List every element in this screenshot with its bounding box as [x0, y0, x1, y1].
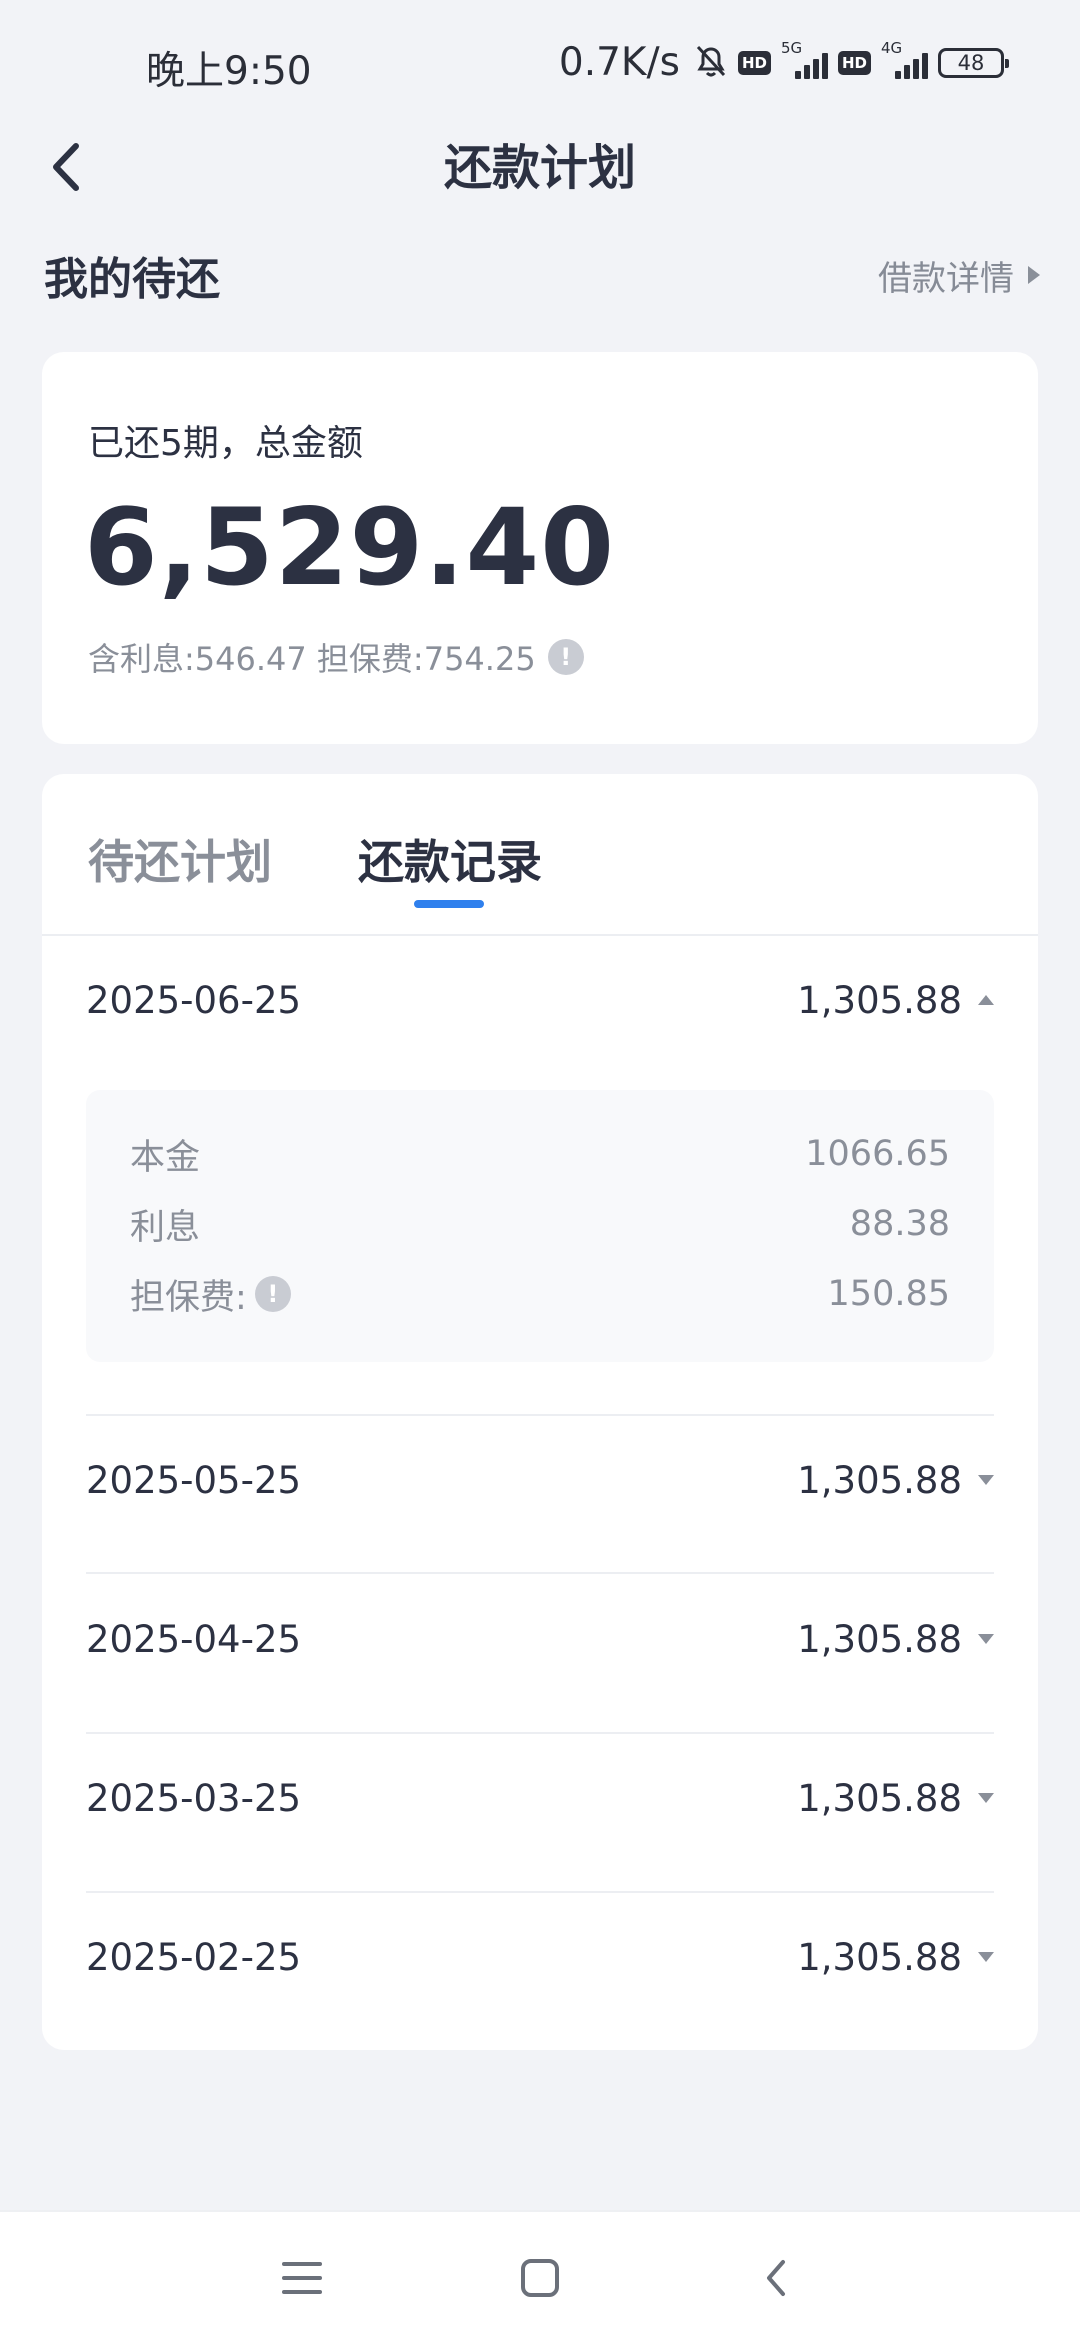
loan-detail-link[interactable]: 借款详情 — [878, 251, 1040, 300]
network-speed: 0.7K/s — [558, 40, 680, 85]
record-date: 2025-03-25 — [86, 1776, 302, 1820]
section-title: 我的待还 — [44, 254, 220, 305]
breakdown-interest: 利息 88.38 — [130, 1194, 950, 1254]
home-icon — [521, 2259, 559, 2297]
record-row[interactable]: 2025-06-25 1,305.88 — [86, 950, 994, 1050]
record-amount: 1,305.88 — [797, 1935, 962, 1979]
breakdown-value: 150.85 — [827, 1274, 950, 1314]
info-icon[interactable]: ! — [254, 1276, 291, 1312]
record-row[interactable]: 2025-03-25 1,305.88 — [86, 1748, 994, 1848]
summary-breakdown: 含利息:546.47 担保费:754.25 ! — [88, 634, 584, 680]
breakdown-principal: 本金 1066.65 — [130, 1124, 950, 1184]
hd-badge: HD — [737, 50, 771, 75]
record-date: 2025-02-25 — [86, 1935, 302, 1979]
record-date: 2025-04-25 — [86, 1617, 302, 1661]
record-row[interactable]: 2025-05-25 1,305.88 — [86, 1430, 994, 1530]
back-icon — [767, 2260, 785, 2296]
bell-muted-icon — [694, 43, 728, 83]
record-date: 2025-06-25 — [86, 978, 302, 1022]
breakdown-value: 1066.65 — [805, 1134, 950, 1174]
divider — [86, 1732, 994, 1734]
tab-pending-plan[interactable]: 待还计划 — [88, 826, 272, 892]
record-date: 2025-05-25 — [86, 1458, 302, 1502]
caret-up-icon — [978, 995, 994, 1005]
menu-button[interactable] — [272, 2248, 332, 2308]
signal-4g-icon: 4G — [881, 39, 928, 79]
breakdown-label: 担保费: — [130, 1277, 247, 1318]
status-icons: 0.7K/s HD 5G HD 4G 48 — [558, 39, 1009, 85]
caret-down-icon — [978, 1634, 994, 1644]
hd-badge-2: HD — [837, 50, 871, 75]
system-back-button[interactable] — [746, 2248, 806, 2308]
summary-total: 6,529.40 — [84, 486, 616, 609]
divider — [86, 1572, 994, 1574]
breakdown-label: 利息 — [130, 1207, 201, 1248]
divider — [86, 1891, 994, 1893]
record-row[interactable]: 2025-02-25 1,305.88 — [86, 1907, 994, 2007]
loan-detail-label: 借款详情 — [878, 258, 1014, 299]
records-card: 待还计划 还款记录 2025-06-25 1,305.88 本金 1066.65… — [42, 774, 1038, 2050]
status-bar: 晚上9:50 0.7K/s HD 5G HD 4G 48 — [0, 0, 1080, 120]
home-button[interactable] — [510, 2248, 570, 2308]
nav-bar: 还款计划 — [0, 120, 1080, 220]
status-time: 晚上9:50 — [146, 49, 312, 94]
caret-down-icon — [978, 1952, 994, 1962]
tab-repayment-records[interactable]: 还款记录 — [358, 826, 542, 892]
breakdown-value: 88.38 — [849, 1204, 950, 1244]
breakdown-label: 本金 — [130, 1137, 201, 1178]
record-amount: 1,305.88 — [797, 1776, 962, 1820]
summary-label: 已还5期，总金额 — [88, 423, 363, 464]
signal-5g-icon: 5G — [781, 39, 828, 79]
caret-down-icon — [978, 1475, 994, 1485]
section-header: 我的待还 借款详情 — [44, 240, 1040, 310]
tab-bar: 待还计划 还款记录 — [42, 774, 1038, 936]
caret-down-icon — [978, 1793, 994, 1803]
record-amount: 1,305.88 — [797, 1617, 962, 1661]
breakdown-guarantee-fee: 担保费: ! 150.85 — [130, 1264, 950, 1324]
menu-icon — [282, 2262, 322, 2294]
battery-icon: 48 — [938, 47, 1009, 78]
page-title: 还款计划 — [443, 140, 636, 196]
summary-card: 已还5期，总金额 6,529.40 含利息:546.47 担保费:754.25 … — [42, 352, 1038, 744]
record-amount: 1,305.88 — [797, 1458, 962, 1502]
system-nav-bar — [0, 2210, 1080, 2340]
info-icon[interactable]: ! — [547, 639, 584, 675]
record-amount: 1,305.88 — [797, 978, 962, 1022]
record-breakdown: 本金 1066.65 利息 88.38 担保费: ! 150.85 — [86, 1090, 994, 1362]
active-tab-indicator — [414, 900, 484, 908]
caret-right-icon — [1028, 266, 1040, 284]
divider — [86, 1414, 994, 1416]
record-row[interactable]: 2025-04-25 1,305.88 — [86, 1589, 994, 1689]
summary-sub-text: 含利息:546.47 担保费:754.25 — [88, 640, 536, 678]
